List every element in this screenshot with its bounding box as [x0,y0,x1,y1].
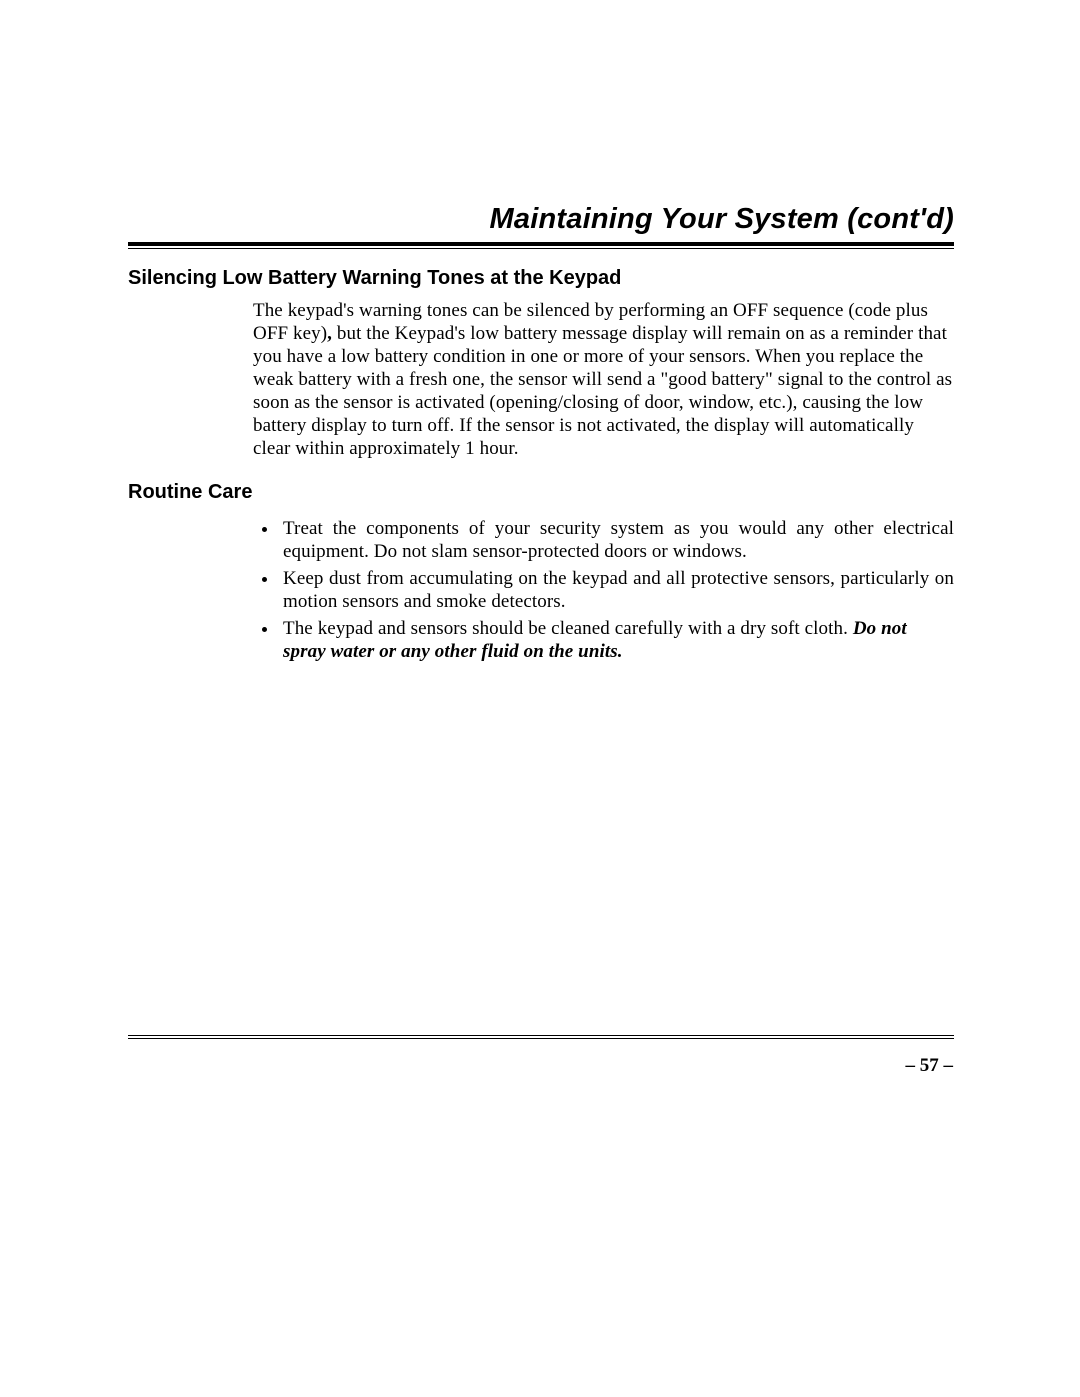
content-area: Maintaining Your System (cont'd) Silenci… [128,203,954,668]
footer-rule-area [128,1035,954,1039]
list-item: The keypad and sensors should be cleaned… [279,618,954,664]
para-text-part2: but the Keypad's low battery message dis… [253,323,952,459]
routine-care-list: Treat the components of your security sy… [253,518,954,664]
section1-paragraph: The keypad's warning tones can be silenc… [253,300,954,461]
bullet3-text: The keypad and sensors should be cleaned… [283,618,853,639]
list-item: Keep dust from accumulating on the keypa… [279,568,954,614]
document-page: Maintaining Your System (cont'd) Silenci… [0,0,1080,1397]
section-heading-silencing: Silencing Low Battery Warning Tones at t… [128,267,954,290]
title-rule [128,242,954,249]
list-item: Treat the components of your security sy… [279,518,954,564]
footer-rule [128,1035,954,1039]
section-heading-routine-care: Routine Care [128,481,954,504]
page-number: – 57 – [906,1055,954,1077]
page-title: Maintaining Your System (cont'd) [128,203,954,236]
